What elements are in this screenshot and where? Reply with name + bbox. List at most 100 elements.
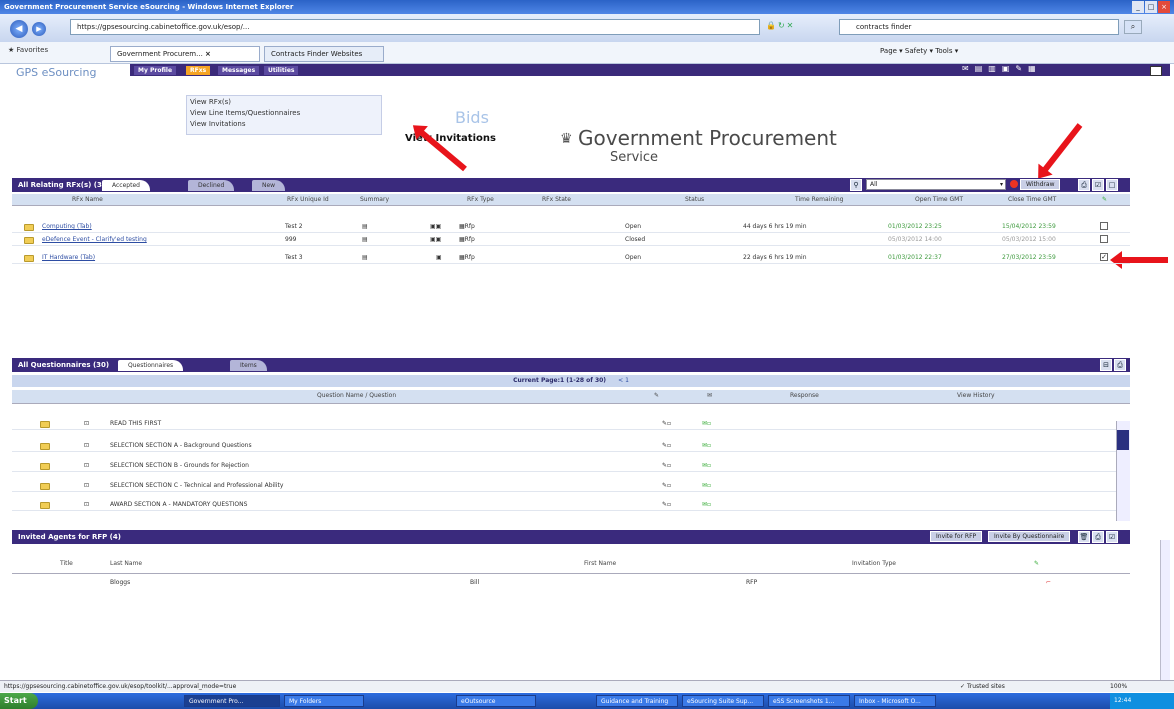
- response-mail-icon[interactable]: ✉▫: [702, 479, 711, 492]
- page-scrollbar[interactable]: [1160, 540, 1170, 680]
- edit-response-icon[interactable]: ✎▫: [662, 498, 671, 511]
- col-rfx-name[interactable]: RFx Name: [72, 194, 103, 206]
- tab-contracts-finder[interactable]: Contracts Finder Websites: [264, 46, 384, 62]
- question-name[interactable]: SELECTION SECTION B - Grounds for Reject…: [110, 459, 249, 472]
- attachments-icon[interactable]: ▣▣: [430, 220, 441, 233]
- minimize-button[interactable]: _: [1132, 1, 1144, 13]
- col-invitation-type[interactable]: Invitation Type: [852, 558, 896, 570]
- collapse-icon[interactable]: ⊡: [84, 417, 89, 430]
- table-row[interactable]: ⊡ AWARD SECTION A - MANDATORY QUESTIONS …: [12, 498, 1130, 511]
- row-checkbox[interactable]: [1100, 222, 1108, 230]
- row-checkbox-checked[interactable]: ✓: [1100, 253, 1108, 261]
- task-inbox-outlook[interactable]: Inbox - Microsoft O...: [854, 695, 936, 707]
- menu-my-profile[interactable]: My Profile: [134, 66, 177, 75]
- checkbox-toggle-icon[interactable]: ☑: [1092, 179, 1104, 191]
- table-row[interactable]: ⊡ SELECTION SECTION B - Grounds for Reje…: [12, 459, 1130, 472]
- invite-by-questionnaire-button[interactable]: Invite By Questionnaire: [988, 531, 1071, 542]
- response-mail-icon[interactable]: ✉▫: [702, 459, 711, 472]
- col-title[interactable]: Title: [60, 558, 73, 570]
- command-bar[interactable]: Page ▾ Safety ▾ Tools ▾: [880, 47, 958, 55]
- collapse-icon[interactable]: ⊡: [84, 479, 89, 492]
- summary-icon[interactable]: ▤: [362, 220, 368, 233]
- collapse-icon[interactable]: ⊡: [84, 498, 89, 511]
- menu-item-view-rfx[interactable]: View RFx(s): [190, 98, 231, 106]
- edit-response-icon[interactable]: ✎▫: [662, 479, 671, 492]
- response-mail-icon[interactable]: ✉▫: [702, 417, 711, 430]
- print-icon[interactable]: ⎙: [1114, 359, 1126, 371]
- select-all-icon[interactable]: ✎: [1102, 194, 1107, 206]
- invite-for-rfp-button[interactable]: Invite for RFP: [930, 531, 983, 542]
- question-name[interactable]: SELECTION SECTION A - Background Questio…: [110, 439, 252, 452]
- col-last-name[interactable]: Last Name: [110, 558, 142, 570]
- response-mail-icon[interactable]: ✉▫: [702, 439, 711, 452]
- menu-rfxs[interactable]: RFxs: [186, 66, 211, 75]
- col-question-name[interactable]: Question Name / Question: [317, 390, 396, 402]
- col-rfx-id[interactable]: RFx Unique Id: [287, 194, 329, 206]
- attachments-icon[interactable]: ▣▣: [430, 233, 441, 246]
- table-row[interactable]: ⊡ SELECTION SECTION C - Technical and Pr…: [12, 479, 1130, 492]
- edit-response-icon[interactable]: ✎▫: [662, 417, 671, 430]
- col-time-remaining[interactable]: Time Remaining: [795, 194, 843, 206]
- table-row[interactable]: Bloggs Bill RFP ⌐: [12, 576, 1130, 589]
- agent-checkbox[interactable]: ⌐: [1046, 576, 1051, 589]
- menu-item-view-line-items[interactable]: View Line Items/Questionnaires: [190, 109, 300, 117]
- edit-response-icon[interactable]: ✎▫: [662, 459, 671, 472]
- table-row[interactable]: eDefence Event - Clarify'ed testing 999 …: [12, 233, 1130, 246]
- task-my-folders[interactable]: My Folders: [284, 695, 364, 707]
- rfx-name-link[interactable]: IT Hardware (Tab): [42, 251, 95, 264]
- rfx-name-link[interactable]: Computing (Tab): [42, 220, 92, 233]
- delete-icon[interactable]: 🗑: [1078, 531, 1090, 543]
- col-close-time[interactable]: Close Time GMT: [1008, 194, 1056, 206]
- attachment-icon[interactable]: ▣: [436, 251, 442, 264]
- rfx-name-link[interactable]: eDefence Event - Clarify'ed testing: [42, 233, 147, 246]
- zoom-level[interactable]: 100%: [1110, 683, 1127, 690]
- close-button[interactable]: ×: [1158, 1, 1170, 13]
- select-all-icon[interactable]: ✎: [1034, 558, 1039, 570]
- col-open-time[interactable]: Open Time GMT: [915, 194, 963, 206]
- menu-utilities[interactable]: Utilities: [264, 66, 299, 75]
- search-input[interactable]: contracts finder: [839, 19, 1119, 35]
- question-name[interactable]: READ THIS FIRST: [110, 417, 161, 430]
- table-row[interactable]: ⊡ READ THIS FIRST ✎▫ ✉▫: [12, 417, 1130, 430]
- address-actions-icon[interactable]: 🔒↻✕: [766, 21, 795, 30]
- checkbox-toggle-icon[interactable]: ☑: [1106, 531, 1118, 543]
- task-government-pro[interactable]: Government Pro...: [184, 695, 280, 707]
- menu-item-view-invitations[interactable]: View Invitations: [190, 120, 246, 128]
- withdraw-button[interactable]: Withdraw: [1020, 179, 1061, 190]
- tab-new[interactable]: New: [252, 180, 286, 191]
- col-status[interactable]: Status: [685, 194, 704, 206]
- rfx-filter-select[interactable]: All ▾: [866, 179, 1006, 190]
- back-icon[interactable]: ◀: [10, 20, 28, 38]
- tab-declined[interactable]: Declined: [188, 180, 235, 191]
- collapse-icon[interactable]: ⊡: [84, 459, 89, 472]
- task-ess-screenshots[interactable]: eSS Screenshots 1...: [768, 695, 850, 707]
- address-bar[interactable]: https://gpsesourcing.cabinetoffice.gov.u…: [70, 19, 760, 35]
- expand-icon[interactable]: ⊟: [1100, 359, 1112, 371]
- favorites-button[interactable]: ★ Favorites: [8, 46, 48, 54]
- response-mail-icon[interactable]: ✉▫: [702, 498, 711, 511]
- start-button[interactable]: Start: [0, 693, 38, 709]
- maximize-button[interactable]: □: [1145, 1, 1157, 13]
- table-row[interactable]: ⊡ SELECTION SECTION A - Background Quest…: [12, 439, 1130, 452]
- tab-items[interactable]: Items: [230, 360, 267, 371]
- tab-government-procurement[interactable]: Government Procurem... ×: [110, 46, 260, 62]
- menu-messages[interactable]: Messages: [218, 66, 260, 75]
- table-row[interactable]: IT Hardware (Tab) Test 3 ▤ ▣ ▦Rfp Open 2…: [12, 251, 1130, 264]
- summary-icon[interactable]: ▤: [362, 251, 368, 264]
- scrollbar-thumb[interactable]: [1117, 430, 1129, 450]
- binoculars-icon[interactable]: ⚲: [850, 179, 862, 191]
- task-esourcing-suite[interactable]: eSourcing Suite Sup...: [682, 695, 764, 707]
- task-guidance[interactable]: Guidance and Training: [596, 695, 678, 707]
- summary-icon[interactable]: ▤: [362, 233, 368, 246]
- edit-response-icon[interactable]: ✎▫: [662, 439, 671, 452]
- tab-questionnaires[interactable]: Questionnaires: [118, 360, 184, 371]
- task-eoutsource[interactable]: eOutsource: [456, 695, 536, 707]
- gps-logo[interactable]: GPS eSourcing: [16, 66, 96, 79]
- row-checkbox[interactable]: [1100, 235, 1108, 243]
- tab-accepted[interactable]: Accepted: [102, 180, 150, 191]
- print-icon[interactable]: ⎙: [1078, 179, 1090, 191]
- col-first-name[interactable]: First Name: [584, 558, 616, 570]
- question-name[interactable]: AWARD SECTION A - MANDATORY QUESTIONS: [110, 498, 247, 511]
- table-row[interactable]: Computing (Tab) Test 2 ▤ ▣▣ ▦Rfp Open 44…: [12, 220, 1130, 233]
- header-toolbar-icons[interactable]: ✉▤▥▣✎▦: [962, 64, 1042, 73]
